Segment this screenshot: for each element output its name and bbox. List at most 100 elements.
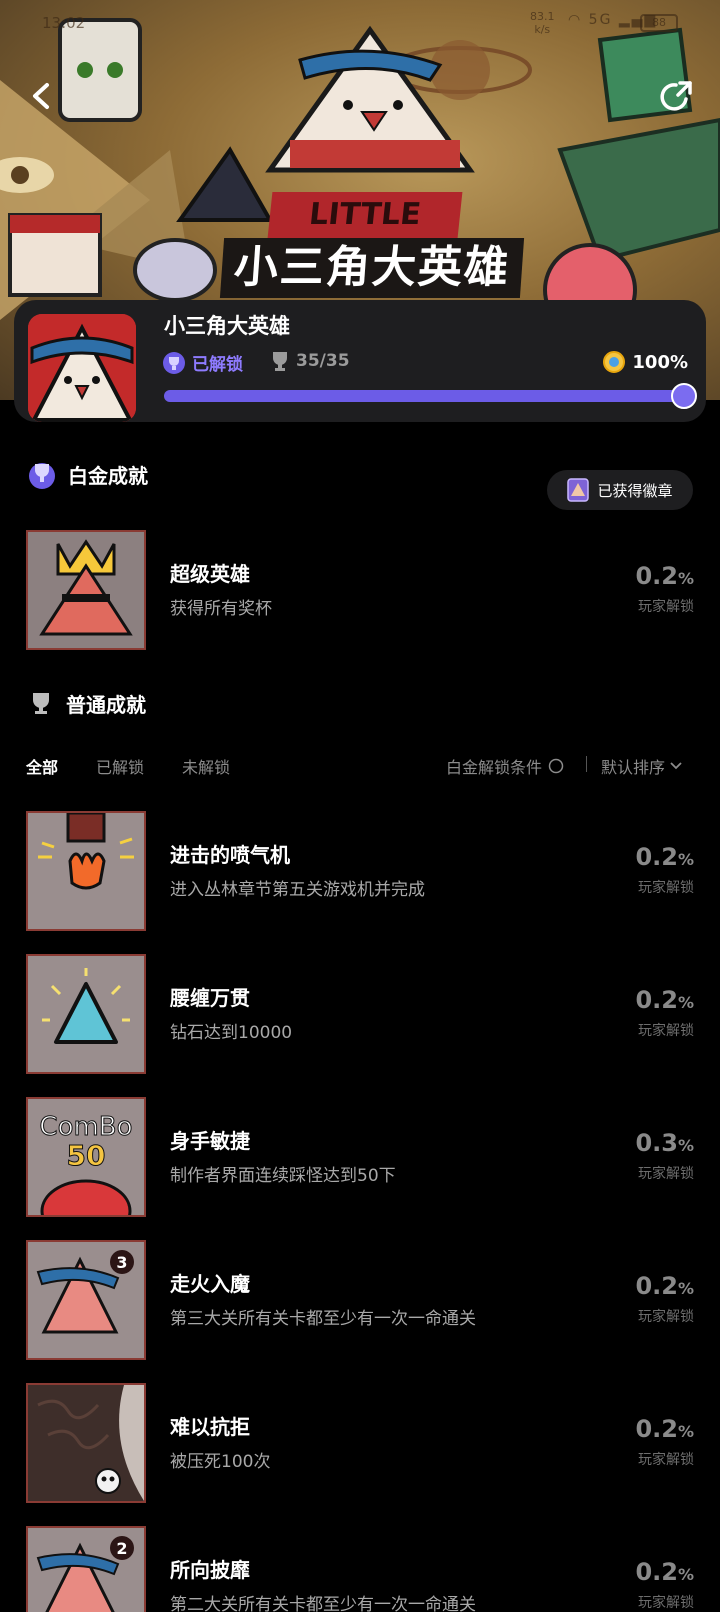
achievement-desc: 被压死100次 <box>170 1452 271 1472</box>
achievement-desc: 钻石达到10000 <box>170 1023 293 1043</box>
trophy-count: 35/35 <box>270 350 350 372</box>
game-summary-card: 小三角大英雄 已解锁 35/35 100% <box>14 300 706 422</box>
achievement-title: 身手敏捷 <box>170 1129 250 1153</box>
achievement-thumb: 3 <box>26 1240 146 1360</box>
earned-badge-button[interactable]: 已获得徽章 <box>547 470 693 510</box>
achievement-desc: 第二大关所有关卡都至少有一次一命通关 <box>170 1595 476 1612</box>
achievement-desc: 进入丛林章节第五关游戏机并完成 <box>170 880 425 900</box>
chevron-left-icon <box>33 83 49 109</box>
normal-section-header: 普通成就 <box>26 688 146 718</box>
achievement-percent: 0.2% <box>574 986 694 1014</box>
achievement-percent-value: 0.2 <box>635 1415 678 1443</box>
unlock-status: 已解锁 <box>162 350 243 375</box>
achievement-title: 腰缠万贯 <box>170 986 250 1010</box>
platinum-section-header: 白金成就 <box>26 458 148 490</box>
achievement-percent: 0.3% <box>574 1129 694 1157</box>
tab-unlocked[interactable]: 已解锁 <box>96 754 144 778</box>
achievement-percent-unit: % <box>677 1136 694 1155</box>
achievement-percent: 0.2% <box>574 843 694 871</box>
achievement-row[interactable]: 3 走火入魔 第三大关所有关卡都至少有一次一命通关 0.2% 玩家解锁 <box>26 1240 694 1360</box>
achievement-thumb <box>26 811 146 931</box>
level-number: 2 <box>116 1539 127 1558</box>
tab-all[interactable]: 全部 <box>26 754 58 778</box>
achievement-row[interactable]: 进击的喷气机 进入丛林章节第五关游戏机并完成 0.2% 玩家解锁 <box>26 811 694 931</box>
achievement-row[interactable]: 2 所向披靡 第二大关所有关卡都至少有一次一命通关 0.2% 玩家解锁 <box>26 1526 694 1612</box>
medal-icon <box>603 351 626 373</box>
achievement-desc: 第三大关所有关卡都至少有一次一命通关 <box>170 1309 476 1329</box>
achievement-percent: 0.2% <box>574 562 694 590</box>
jet-flame-icon <box>28 813 144 929</box>
progress-knob-icon <box>671 383 697 409</box>
achievement-row[interactable]: ComBo 50 身手敏捷 制作者界面连续踩怪达到50下 0.3% 玩家解锁 <box>26 1097 694 1217</box>
achievement-percent-unit: % <box>677 569 694 588</box>
achievement-unlock-label: 玩家解锁 <box>638 1595 694 1611</box>
achievement-unlock-label: 玩家解锁 <box>638 1166 694 1182</box>
achievement-desc: 制作者界面连续踩怪达到50下 <box>170 1166 396 1186</box>
achievement-row[interactable]: 难以抗拒 被压死100次 0.2% 玩家解锁 <box>26 1383 694 1503</box>
achievement-percent-value: 0.2 <box>635 1272 678 1300</box>
achievement-thumb: ComBo 50 <box>26 1097 146 1217</box>
achievement-percent-value: 0.2 <box>635 1558 678 1586</box>
achievement-filters: 全部 已解锁 未解锁 白金解锁条件 默认排序 <box>26 754 694 784</box>
achievement-unlock-label: 玩家解锁 <box>638 1309 694 1325</box>
achievement-unlock-label: 玩家解锁 <box>638 880 694 896</box>
achievement-percent-unit: % <box>677 850 694 869</box>
level-number: 3 <box>116 1253 127 1272</box>
achievement-percent: 0.2% <box>574 1272 694 1300</box>
crushed-skull-icon <box>28 1385 144 1501</box>
achievement-title: 进击的喷气机 <box>170 843 290 867</box>
trophy-icon <box>33 693 49 714</box>
network-speed-unit: k/s <box>534 23 551 36</box>
combo-icon: ComBo 50 <box>28 1099 144 1215</box>
sort-label: 默认排序 <box>601 758 666 777</box>
achievement-thumb <box>26 954 146 1074</box>
achievement-percent: 0.2% <box>574 1415 694 1443</box>
share-icon <box>660 81 692 111</box>
platinum-achievement[interactable]: 超级英雄 获得所有奖杯 0.2% 玩家解锁 <box>26 530 694 650</box>
earned-badge-label: 已获得徽章 <box>597 481 673 500</box>
progress-fill <box>164 390 684 402</box>
achievement-desc: 获得所有奖杯 <box>170 599 272 619</box>
game-icon-art <box>28 314 136 422</box>
badge-icon <box>567 478 590 502</box>
achievement-percent-unit: % <box>677 1422 694 1441</box>
platinum-trophy-icon <box>29 463 55 489</box>
achievement-percent-value: 0.2 <box>635 843 678 871</box>
network-speed: 83.1 k/s <box>530 10 555 36</box>
combo-number: 50 <box>67 1139 106 1172</box>
share-button[interactable] <box>655 74 699 118</box>
signal-label: 5G <box>588 12 613 28</box>
completion-progress-bar <box>164 383 697 409</box>
achievement-unlock-label: 玩家解锁 <box>638 1452 694 1468</box>
achievement-thumb <box>26 1383 146 1503</box>
banner-logo-top: LITTLE <box>267 192 463 238</box>
sort-dropdown[interactable]: 默认排序 <box>601 754 683 778</box>
platinum-trophy-icon <box>163 351 185 374</box>
platinum-condition-toggle[interactable]: 白金解锁条件 <box>446 754 564 778</box>
status-bar: 13:02 83.1 k/s ◠ 5G ▂▄▆ 88 <box>0 10 720 40</box>
trophy-icon <box>273 352 287 371</box>
unlock-status-label: 已解锁 <box>192 355 243 375</box>
achievement-title: 难以抗拒 <box>170 1415 250 1439</box>
achievement-percent-value: 0.3 <box>635 1129 678 1157</box>
filter-divider <box>586 756 587 772</box>
ninja-level-3-icon: 3 <box>28 1242 144 1358</box>
achievement-title: 所向披靡 <box>170 1558 250 1582</box>
tab-locked[interactable]: 未解锁 <box>182 754 230 778</box>
completion-percent-label: 100% <box>632 351 688 373</box>
achievement-row[interactable]: 腰缠万贯 钻石达到10000 0.2% 玩家解锁 <box>26 954 694 1074</box>
wifi-icon: ◠ <box>568 12 583 28</box>
back-button[interactable] <box>20 74 64 118</box>
game-icon <box>28 314 136 422</box>
achievement-percent-unit: % <box>677 993 694 1012</box>
status-time: 13:02 <box>42 14 86 32</box>
achievement-percent-unit: % <box>677 1279 694 1298</box>
chevron-down-icon <box>670 762 682 770</box>
radio-circle-icon <box>548 758 564 774</box>
platinum-condition-label: 白金解锁条件 <box>446 758 543 777</box>
ninja-level-2-icon: 2 <box>28 1528 144 1612</box>
network-speed-value: 83.1 <box>530 10 555 23</box>
achievement-thumb: 2 <box>26 1526 146 1612</box>
banner-logo-title: 小三角大英雄 <box>219 238 525 298</box>
achievement-percent-value: 0.2 <box>635 986 678 1014</box>
